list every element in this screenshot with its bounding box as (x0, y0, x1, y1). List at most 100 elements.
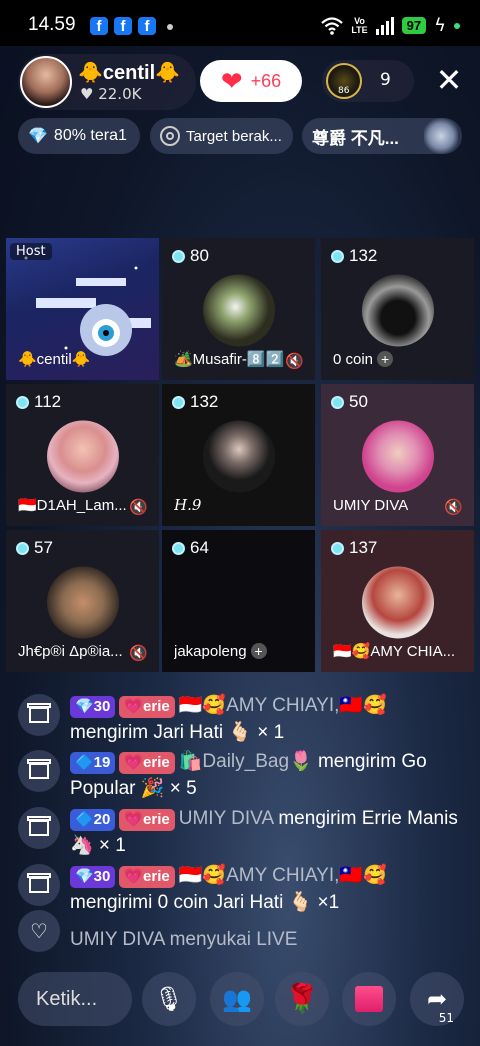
share-button[interactable]: ➦ 51 (410, 972, 464, 1026)
clock: 14.59 (28, 14, 76, 35)
like-count: +66 (250, 70, 282, 91)
gift-button[interactable] (342, 972, 396, 1026)
status-bar: 14.59 f f f Vo LTE 97 ϟ (0, 0, 480, 46)
guest-avatar (361, 274, 434, 347)
gift-icon (18, 864, 60, 906)
chip-target[interactable]: Target berak... (150, 118, 293, 154)
heart-outline-icon: ♡ (18, 910, 60, 952)
gem-icon (172, 541, 185, 555)
tile-score: 80 (190, 246, 209, 265)
host-tag: Host (10, 243, 52, 260)
viewer-list-button[interactable]: 86 9 (322, 60, 414, 102)
add-friend-icon[interactable]: + (250, 643, 267, 659)
like-button[interactable]: ❤ +66 (200, 60, 302, 102)
target-icon (160, 126, 180, 146)
username[interactable]: 🇮🇩🥰AMY CHIAYI,🇹🇼🥰 (179, 865, 387, 886)
gift-icon (18, 807, 60, 849)
host-likes: ♥ 22.0K (80, 85, 142, 103)
message-text: mengirimi 0 coin Jari Hati 🫰🏻 ×1 (70, 892, 340, 913)
guest-tile[interactable]: 57 Jh€p®i Δp®ia... 🔇 (6, 530, 159, 672)
heart-icon: ❤ (220, 66, 243, 96)
tile-name: jakapoleng (174, 643, 247, 660)
guest-tile[interactable]: 50 UMIY DIVA 🔇 (321, 384, 474, 526)
gem-icon (331, 541, 344, 555)
gem-icon (172, 249, 185, 263)
mic-muted-icon: 🔇 (285, 352, 304, 370)
gift-icon (18, 750, 60, 792)
bottom-bar: Ketik... 🎙 👥 🌹 ➦ 51 (0, 970, 480, 1030)
guest-tile[interactable]: 137 🇮🇩🥰AMY CHIA... (321, 530, 474, 672)
gem-icon (16, 541, 29, 555)
tile-name: 🇮🇩D1AH_Lam... (18, 497, 127, 514)
close-button[interactable]: ✕ (434, 64, 464, 96)
tile-name: 🐥centil🐥 (18, 351, 91, 368)
guest-tile[interactable]: 80 🏕️Musafir-8️⃣2️⃣ 🔇 (162, 238, 315, 380)
wifi-icon (321, 16, 344, 35)
dragon-emblem-icon (424, 118, 458, 154)
tile-name: UMIY DIVA (333, 497, 409, 514)
tile-name: 🏕️Musafir-8️⃣2️⃣ (174, 351, 285, 368)
green-dot-icon (454, 22, 460, 29)
gem-icon (331, 249, 344, 263)
fan-badge: 💗erie (119, 809, 175, 831)
viewer-count: 9 (380, 70, 391, 90)
username[interactable]: 🛍️Daily_Bag🌷 (179, 751, 313, 772)
guest-avatar (361, 566, 434, 639)
username[interactable]: UMIY DIVA (179, 808, 273, 829)
host-avatar[interactable] (20, 56, 72, 108)
fan-badge: 💗erie (119, 752, 175, 774)
chip-title[interactable]: 尊爵 不凡... (302, 118, 462, 154)
level-badge: 💎30 (70, 866, 116, 888)
viewer-badge-icon: 86 (326, 63, 362, 99)
guest-avatar (202, 420, 275, 493)
level-badge: 🔷20 (70, 809, 116, 831)
guest-avatar (202, 274, 275, 347)
host-profile[interactable]: 🐥centil🐥 ♥ 22.0K (18, 54, 196, 110)
mic-icon: 🎙 (153, 985, 185, 1013)
charging-bolt-icon: ϟ (434, 15, 446, 36)
rose-icon: 🌹 (284, 982, 320, 1015)
diamond-icon: 💎 (28, 128, 48, 145)
username[interactable]: 🇮🇩🥰AMY CHIAYI,🇹🇼🥰 (179, 695, 387, 716)
people-icon: 👥 (222, 985, 252, 1013)
gem-icon (172, 395, 185, 409)
guests-button[interactable]: 👥 (210, 972, 264, 1026)
facebook-icon: f (114, 17, 132, 35)
tile-name: H.9 (174, 496, 202, 514)
mic-button[interactable]: 🎙 (142, 972, 196, 1026)
guest-tile[interactable]: 64 jakapoleng + (162, 530, 315, 672)
chip-rank[interactable]: 💎 80% tera1 (18, 118, 140, 154)
mic-muted-icon: 🔇 (129, 644, 148, 662)
rose-gift-button[interactable]: 🌹 (275, 972, 329, 1026)
gift-icon (18, 694, 60, 736)
mic-muted-icon: 🔇 (444, 498, 463, 516)
gift-box-icon (355, 986, 383, 1012)
guest-tile[interactable]: 112 🇮🇩D1AH_Lam... 🔇 (6, 384, 159, 526)
add-friend-icon[interactable]: + (377, 351, 394, 367)
tile-score: 132 (190, 392, 219, 411)
level-badge: 💎30 (70, 696, 116, 718)
host-tile[interactable]: Host 🐥centil🐥 (6, 238, 159, 380)
guest-grid: Host 🐥centil🐥 80 🏕️Musafir-8️⃣2️⃣ 🔇 132 … (6, 238, 474, 672)
message-text: mengirim Jari Hati 🫰🏻 × 1 (70, 722, 285, 743)
notification-dot-icon (167, 24, 173, 30)
level-badge: 🔷19 (70, 752, 116, 774)
facebook-icon: f (90, 17, 108, 35)
gem-icon (331, 395, 344, 409)
battery-icon: 97 (401, 17, 427, 34)
tile-score: 57 (34, 538, 53, 557)
message-text: menyukai LIVE (169, 929, 298, 950)
system-icons: Vo LTE 97 ϟ (321, 15, 460, 36)
volte-icon: Vo LTE (351, 15, 368, 35)
comment-input[interactable]: Ketik... (18, 972, 132, 1026)
share-count: 51 (438, 1011, 454, 1025)
guest-tile[interactable]: 132 0 coin + (321, 238, 474, 380)
tile-score: 137 (349, 538, 378, 557)
tile-name: 0 coin (333, 351, 374, 368)
username[interactable]: UMIY DIVA (70, 929, 164, 950)
fan-badge: 💗erie (119, 696, 175, 718)
fan-badge: 💗erie (119, 866, 175, 888)
tile-score: 50 (349, 392, 368, 411)
guest-tile[interactable]: 132 H.9 (162, 384, 315, 526)
guest-avatar (361, 420, 434, 493)
